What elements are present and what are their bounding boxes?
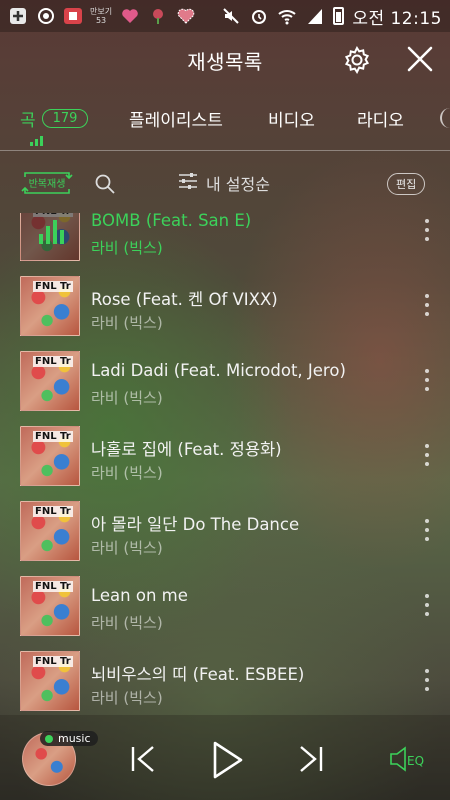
sliders-icon (178, 172, 198, 194)
song-artist: 라비 (빅스) (91, 314, 163, 332)
clock: 오전 12:15 (352, 8, 442, 29)
album-art-thumbnail: FNL Tr (20, 351, 80, 411)
song-list: FNL Tr BOMB (Feat. San E) 라비 (빅스) FNL Tr Ros… (0, 213, 450, 715)
next-icon[interactable] (298, 745, 324, 773)
active-tab-indicator (30, 136, 43, 146)
equalizer-icon[interactable]: EQ (389, 745, 429, 773)
header: 재생목록 (0, 32, 450, 88)
song-title: Lean on me (91, 586, 188, 605)
heart-icon (120, 7, 140, 25)
album-logo-text: FNL Tr (33, 506, 73, 517)
album-logo-text: FNL Tr (33, 213, 73, 217)
album-logo-text: FNL Tr (33, 356, 73, 367)
tab-songs[interactable]: 곡 179 (20, 106, 89, 131)
song-count-badge: 179 (41, 109, 89, 128)
album-art-thumbnail: FNL Tr (20, 651, 80, 711)
more-options-icon[interactable] (424, 594, 430, 616)
tab-bar: 곡 179 플레이리스트 비디오 라디오 (0, 96, 450, 150)
edit-button[interactable]: 편집 (387, 173, 426, 195)
record-icon (36, 7, 56, 25)
sort-button[interactable]: 내 설정순 (178, 171, 270, 195)
play-icon[interactable] (212, 740, 244, 780)
song-artist: 라비 (빅스) (91, 539, 163, 557)
album-logo-text: FNL Tr (33, 656, 73, 667)
album-logo-text: FNL Tr (33, 281, 73, 292)
mini-player: music EQ (0, 715, 450, 800)
album-art-thumbnail: FNL Tr (20, 426, 80, 486)
album-logo-text: FNL Tr (33, 581, 73, 592)
tab-overflow-edge[interactable] (440, 108, 450, 128)
list-item[interactable]: FNL Tr 나홀로 집에 (Feat. 정용화) 라비 (빅스) (0, 416, 450, 491)
album-art-thumbnail: FNL Tr (20, 213, 80, 261)
steps-counter: 만보기 53 (90, 7, 112, 25)
album-art-thumbnail: FNL Tr (20, 501, 80, 561)
status-bar: 만보기 53 오전 12:15 (0, 0, 450, 32)
previous-icon[interactable] (130, 745, 156, 773)
tab-videos[interactable]: 비디오 (268, 106, 315, 131)
steps-value: 53 (95, 16, 107, 25)
list-item[interactable]: FNL Tr Ladi Dadi (Feat. Microdot, Jero) 라비… (0, 341, 450, 416)
song-title: 아 몰라 일단 Do The Dance (91, 515, 300, 534)
song-artist: 라비 (빅스) (91, 464, 163, 482)
list-item[interactable]: FNL Tr BOMB (Feat. San E) 라비 (빅스) (0, 213, 450, 266)
more-options-icon[interactable] (424, 519, 430, 541)
album-art-thumbnail: FNL Tr (20, 276, 80, 336)
tab-radio[interactable]: 라디오 (357, 106, 404, 131)
more-options-icon[interactable] (424, 219, 430, 241)
eq-label: EQ (407, 754, 424, 768)
more-options-icon[interactable] (424, 369, 430, 391)
signal-icon (305, 7, 325, 25)
steps-label: 만보기 (90, 7, 113, 16)
repeat-button[interactable]: 반복재생 (19, 169, 75, 197)
page-title: 재생목록 (187, 49, 263, 74)
list-toolbar: 반복재생 내 설정순 편집 (0, 151, 450, 213)
list-item[interactable]: FNL Tr 아 몰라 일단 Do The Dance 라비 (빅스) (0, 491, 450, 566)
battery-icon (333, 7, 345, 25)
mute-icon (221, 7, 241, 25)
song-title: Rose (Feat. 켄 Of VIXX) (91, 290, 278, 309)
music-badge: music (40, 731, 98, 746)
song-artist: 라비 (빅스) (91, 689, 163, 707)
search-icon[interactable] (94, 173, 116, 195)
song-title: 뇌비우스의 띠 (Feat. ESBEE) (91, 665, 305, 684)
wifi-icon (277, 7, 297, 25)
repeat-label: 반복재생 (28, 179, 66, 190)
flower-icon (148, 7, 168, 25)
close-icon[interactable] (405, 44, 435, 74)
album-art-thumbnail: FNL Tr (20, 576, 80, 636)
tab-songs-label: 곡 (20, 111, 36, 131)
song-artist: 라비 (빅스) (91, 239, 163, 257)
song-title: Ladi Dadi (Feat. Microdot, Jero) (91, 361, 346, 380)
song-artist: 라비 (빅스) (91, 389, 163, 407)
song-title: BOMB (Feat. San E) (91, 213, 252, 230)
sort-label: 내 설정순 (206, 175, 270, 194)
more-options-icon[interactable] (424, 294, 430, 316)
more-options-icon[interactable] (424, 444, 430, 466)
plus-box-icon (8, 7, 28, 25)
more-options-icon[interactable] (424, 669, 430, 691)
song-title: 나홀로 집에 (Feat. 정용화) (91, 440, 282, 459)
app-badge-icon (64, 8, 82, 24)
gear-icon[interactable] (343, 45, 371, 75)
heart-pattern-icon (176, 7, 196, 25)
now-playing-icon (39, 220, 64, 244)
list-item[interactable]: FNL Tr 뇌비우스의 띠 (Feat. ESBEE) 라비 (빅스) (0, 641, 450, 715)
song-artist: 라비 (빅스) (91, 614, 163, 632)
list-item[interactable]: FNL Tr Lean on me 라비 (빅스) (0, 566, 450, 641)
tab-playlists[interactable]: 플레이리스트 (129, 106, 223, 131)
album-logo-text: FNL Tr (33, 431, 73, 442)
alarm-icon (249, 7, 269, 25)
list-item[interactable]: FNL Tr Rose (Feat. 켄 Of VIXX) 라비 (빅스) (0, 266, 450, 341)
